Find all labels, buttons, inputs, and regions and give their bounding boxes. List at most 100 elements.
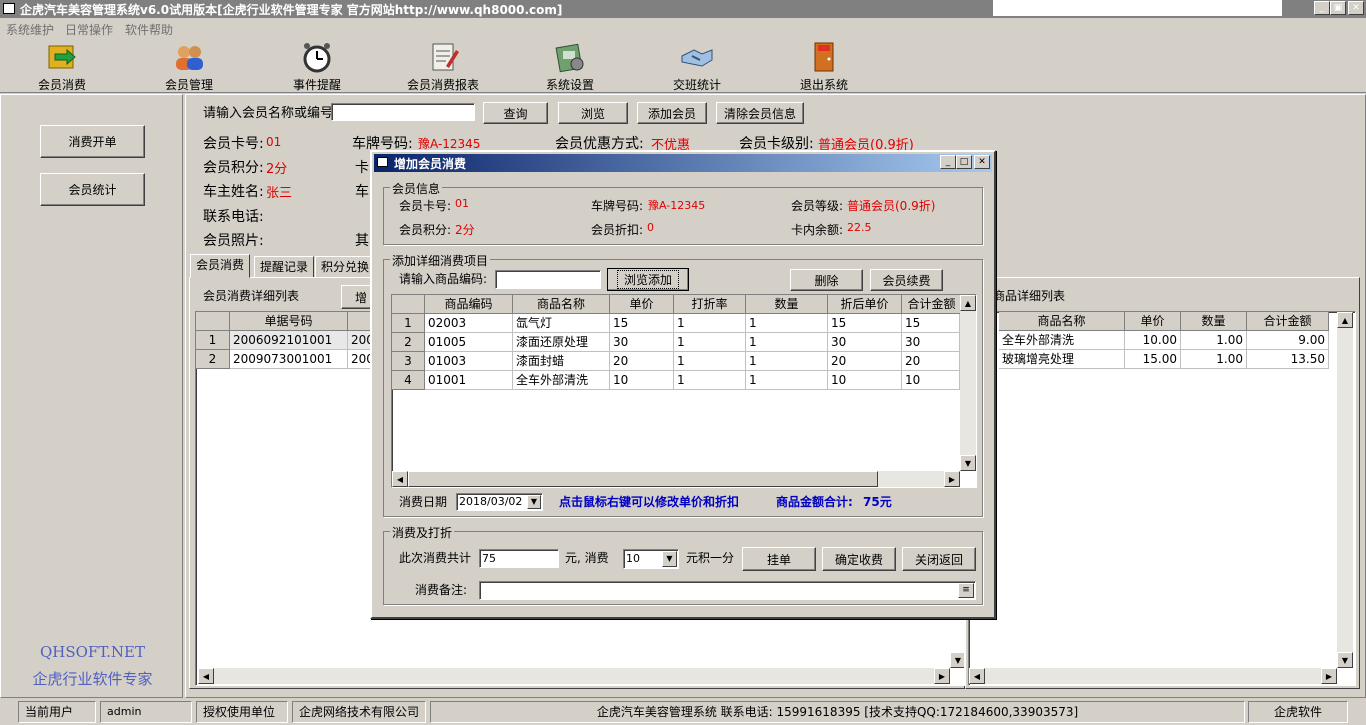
unit-price-cell[interactable]: 10.00 [1125, 331, 1181, 350]
close-return-button[interactable]: 关闭返回 [902, 547, 976, 571]
scroll-left-arrow-icon[interactable]: ◀ [969, 668, 985, 684]
remark-input[interactable]: ≡ [479, 581, 976, 600]
toolbar-exit[interactable]: 退出系统 [779, 40, 869, 93]
items-vscroll[interactable] [960, 295, 976, 471]
scroll-up-arrow-icon[interactable]: ▲ [1337, 312, 1353, 328]
dialog-minimize-button[interactable]: _ [940, 155, 956, 169]
product-name-cell[interactable]: 全车外部清洗 [999, 331, 1125, 350]
unit-price-cell[interactable]: 15.00 [1125, 350, 1181, 369]
quantity-cell[interactable]: 1 [746, 352, 828, 371]
quantity-cell[interactable]: 1 [746, 371, 828, 390]
dlg-balance-label: 卡内余额: [791, 223, 844, 237]
discounted-price-cell[interactable]: 30 [828, 333, 902, 352]
unit-price-cell[interactable]: 20 [610, 352, 674, 371]
quantity-cell[interactable]: 1 [746, 314, 828, 333]
browse-add-button[interactable]: 浏览添加 [607, 268, 689, 291]
users-icon [172, 40, 206, 74]
scroll-down-arrow-icon[interactable]: ▼ [950, 652, 964, 668]
restore-button[interactable]: ▣ [1330, 1, 1346, 15]
total-cell[interactable]: 13.50 [1247, 350, 1329, 369]
bill-cell[interactable]: 2006092101001 [230, 331, 348, 350]
tab-member-consume[interactable]: 会员消费 [190, 254, 251, 278]
browse-button[interactable]: 浏览 [558, 102, 628, 124]
ellipsis-icon[interactable]: ≡ [958, 583, 974, 598]
query-button[interactable]: 查询 [483, 102, 548, 124]
scroll-down-arrow-icon[interactable]: ▼ [1337, 652, 1353, 668]
product-name-cell[interactable]: 漆面还原处理 [513, 333, 610, 352]
scroll-right-arrow-icon[interactable]: ▶ [944, 471, 960, 487]
menu-system[interactable]: 系统维护 [6, 21, 54, 38]
date-picker[interactable]: 2018/03/02 ▼ [456, 493, 543, 511]
total-cell[interactable]: 9.00 [1247, 331, 1329, 350]
close-button[interactable]: ✕ [1348, 1, 1364, 15]
dialog-maximize-button[interactable]: □ [956, 155, 972, 169]
toolbar-consume-report[interactable]: 会员消费报表 [398, 40, 488, 93]
toolbar-event-reminder[interactable]: 事件提醒 [272, 40, 362, 93]
unit-price-cell[interactable]: 15 [610, 314, 674, 333]
discount-rate-cell[interactable]: 1 [674, 333, 746, 352]
discounted-price-cell[interactable]: 20 [828, 352, 902, 371]
total-amount-cell[interactable]: 20 [902, 352, 960, 371]
search-input[interactable] [331, 103, 475, 121]
product-code-cell[interactable]: 01001 [425, 371, 513, 390]
toolbar-shift-stats[interactable]: 交班统计 [652, 40, 742, 93]
scroll-right-arrow-icon[interactable]: ▶ [934, 668, 950, 684]
product-name-cell[interactable]: 全车外部清洗 [513, 371, 610, 390]
discount-rate-cell[interactable]: 1 [674, 314, 746, 333]
scroll-left-arrow-icon[interactable]: ◀ [392, 471, 408, 487]
hang-bill-button[interactable]: 挂单 [742, 547, 816, 571]
discount-rate-cell[interactable]: 1 [674, 371, 746, 390]
toolbar-system-settings[interactable]: 系统设置 [525, 40, 615, 93]
dropdown-arrow-icon[interactable]: ▼ [527, 495, 541, 509]
points-per-yuan-select[interactable]: 10 ▼ [623, 549, 679, 569]
quantity-cell[interactable]: 1.00 [1181, 350, 1247, 369]
discounted-price-cell[interactable]: 10 [828, 371, 902, 390]
menu-help[interactable]: 软件帮助 [125, 21, 173, 38]
hscroll-thumb[interactable] [408, 471, 878, 487]
scroll-down-arrow-icon[interactable]: ▼ [960, 455, 976, 471]
scroll-left-arrow-icon[interactable]: ◀ [198, 668, 214, 684]
toolbar-member-manage[interactable]: 会员管理 [144, 40, 234, 93]
scroll-up-arrow-icon[interactable]: ▲ [960, 295, 976, 311]
quantity-cell[interactable]: 1 [746, 333, 828, 352]
dlg-card-no-value: 01 [455, 197, 469, 210]
quantity-cell[interactable]: 1.00 [1181, 331, 1247, 350]
menu-daily[interactable]: 日常操作 [65, 21, 113, 38]
product-name-cell[interactable]: 氙气灯 [513, 314, 610, 333]
toolbar-member-consume[interactable]: 会员消费 [17, 40, 107, 93]
product-hscroll[interactable] [969, 668, 1337, 684]
total-amount-cell[interactable]: 30 [902, 333, 960, 352]
product-name-cell[interactable]: 玻璃增亮处理 [999, 350, 1125, 369]
minimize-button[interactable]: _ [1314, 1, 1330, 15]
total-consume-input[interactable]: 75 [479, 549, 559, 568]
product-code-cell[interactable]: 02003 [425, 314, 513, 333]
discounted-price-cell[interactable]: 15 [828, 314, 902, 333]
product-code-input[interactable] [495, 270, 601, 289]
tab-points-exchange[interactable]: 积分兑换 [315, 256, 376, 278]
total-amount-cell[interactable]: 10 [902, 371, 960, 390]
open-bill-button[interactable]: 消费开单 [40, 125, 145, 158]
confirm-charge-button[interactable]: 确定收费 [822, 547, 896, 571]
scroll-right-arrow-icon[interactable]: ▶ [1321, 668, 1337, 684]
product-code-cell[interactable]: 01005 [425, 333, 513, 352]
unit-price-cell[interactable]: 10 [610, 371, 674, 390]
product-detail-grid[interactable]: 商品名称 单价 数量 合计金额 全车外部清洗 10.00 1.00 9.00 玻… [968, 311, 1356, 686]
renew-button[interactable]: 会员续费 [870, 269, 943, 291]
member-stats-button[interactable]: 会员统计 [40, 173, 145, 206]
consume-hscroll[interactable] [198, 668, 950, 684]
total-amount-cell[interactable]: 15 [902, 314, 960, 333]
dropdown-arrow-icon[interactable]: ▼ [662, 551, 677, 567]
product-vscroll[interactable] [1337, 312, 1353, 668]
consume-items-grid[interactable]: 商品编码 商品名称 单价 打折率 数量 折后单价 合计金额 1 02003 氙气灯 1… [391, 294, 977, 488]
unit-price-cell[interactable]: 30 [610, 333, 674, 352]
product-code-cell[interactable]: 01003 [425, 352, 513, 371]
status-info: 企虎汽车美容管理系统 联系电话: 15991618395 [技术支持QQ:172… [430, 701, 1245, 723]
delete-button[interactable]: 删除 [790, 269, 863, 291]
clear-member-button[interactable]: 清除会员信息 [716, 102, 804, 124]
discount-rate-cell[interactable]: 1 [674, 352, 746, 371]
product-name-cell[interactable]: 漆面封蜡 [513, 352, 610, 371]
add-member-button[interactable]: 添加会员 [637, 102, 707, 124]
tab-reminder-records[interactable]: 提醒记录 [254, 256, 315, 278]
dialog-close-button[interactable]: ✕ [974, 155, 990, 169]
bill-cell[interactable]: 2009073001001 [230, 350, 348, 369]
